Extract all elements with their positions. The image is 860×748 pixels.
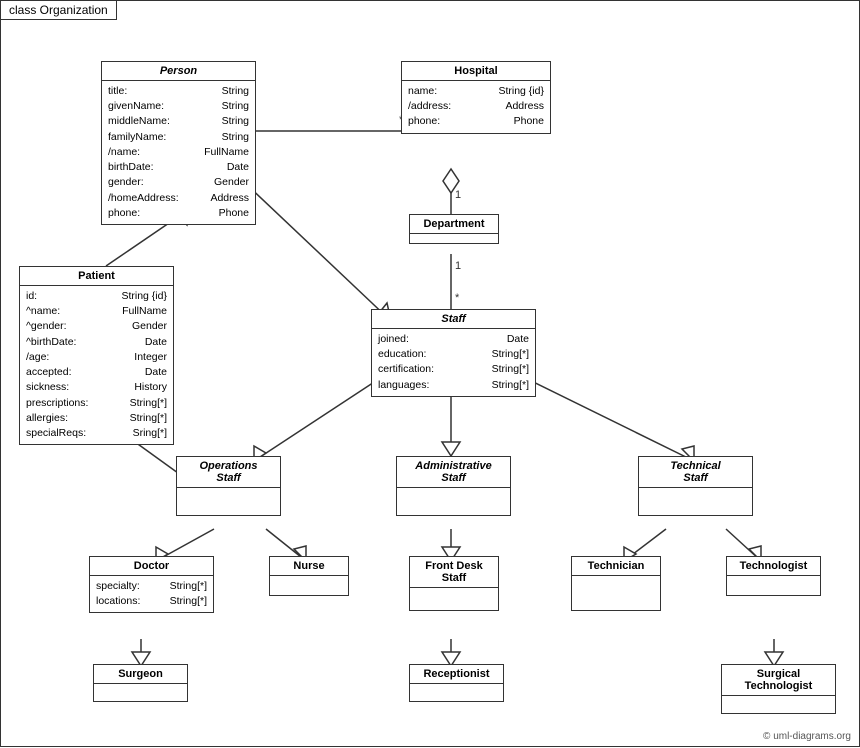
- class-person-attrs: title:String givenName:String middleName…: [102, 81, 255, 224]
- svg-text:1: 1: [455, 189, 461, 201]
- class-front-desk-staff-name: Front DeskStaff: [410, 557, 498, 588]
- svg-text:1: 1: [455, 260, 461, 272]
- class-surgeon-name: Surgeon: [94, 665, 187, 684]
- class-technical-staff-name: TechnicalStaff: [639, 457, 752, 488]
- class-person: Person title:String givenName:String mid…: [101, 61, 256, 225]
- class-doctor-name: Doctor: [90, 557, 213, 576]
- class-surgical-technologist: SurgicalTechnologist: [721, 664, 836, 714]
- class-nurse: Nurse: [269, 556, 349, 596]
- class-patient: Patient id:String {id} ^name:FullName ^g…: [19, 266, 174, 445]
- class-patient-name: Patient: [20, 267, 173, 286]
- copyright: © uml-diagrams.org: [763, 731, 851, 742]
- class-doctor: Doctor specialty:String[*] locations:Str…: [89, 556, 214, 613]
- class-staff: Staff joined:Date education:String[*] ce…: [371, 309, 536, 397]
- class-technologist: Technologist: [726, 556, 821, 596]
- class-surgical-technologist-name: SurgicalTechnologist: [722, 665, 835, 696]
- svg-text:*: *: [455, 292, 460, 304]
- class-technician-name: Technician: [572, 557, 660, 576]
- class-surgeon: Surgeon: [93, 664, 188, 702]
- class-receptionist-name: Receptionist: [410, 665, 503, 684]
- class-person-name: Person: [102, 62, 255, 81]
- class-receptionist: Receptionist: [409, 664, 504, 702]
- class-staff-name: Staff: [372, 310, 535, 329]
- class-hospital-name: Hospital: [402, 62, 550, 81]
- class-department: Department: [409, 214, 499, 244]
- class-nurse-name: Nurse: [270, 557, 348, 576]
- class-operations-staff-name: OperationsStaff: [177, 457, 280, 488]
- class-operations-staff: OperationsStaff: [176, 456, 281, 516]
- class-technician: Technician: [571, 556, 661, 611]
- class-front-desk-staff: Front DeskStaff: [409, 556, 499, 611]
- diagram-container: class Organization * * 1 * 1 *: [0, 0, 860, 747]
- class-technical-staff: TechnicalStaff: [638, 456, 753, 516]
- class-technologist-name: Technologist: [727, 557, 820, 576]
- class-doctor-attrs: specialty:String[*] locations:String[*]: [90, 576, 213, 612]
- class-hospital-attrs: name:String {id} /address:Address phone:…: [402, 81, 550, 133]
- class-staff-attrs: joined:Date education:String[*] certific…: [372, 329, 535, 396]
- class-patient-attrs: id:String {id} ^name:FullName ^gender:Ge…: [20, 286, 173, 444]
- class-department-name: Department: [410, 215, 498, 234]
- class-hospital: Hospital name:String {id} /address:Addre…: [401, 61, 551, 134]
- class-administrative-staff: AdministrativeStaff: [396, 456, 511, 516]
- diagram-title: class Organization: [1, 1, 117, 20]
- class-administrative-staff-name: AdministrativeStaff: [397, 457, 510, 488]
